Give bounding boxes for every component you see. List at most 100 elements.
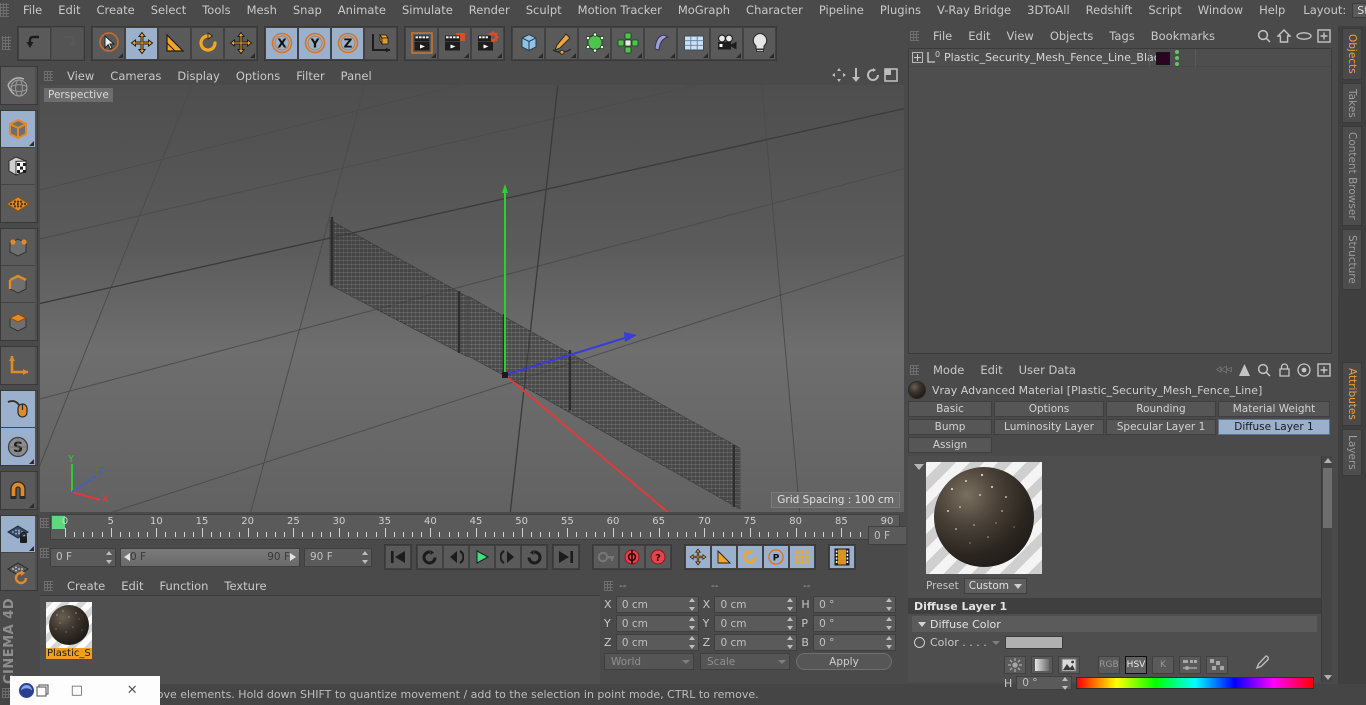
menu-redshift[interactable]: Redshift xyxy=(1078,1,1141,19)
menu-render[interactable]: Render xyxy=(461,1,518,19)
viewport-menu-filter[interactable]: Filter xyxy=(288,67,332,85)
animate-layer-icon[interactable] xyxy=(1216,362,1232,378)
coordinates-size-field[interactable]: 0 cm xyxy=(714,634,797,651)
end-frame-spinner[interactable] xyxy=(361,551,369,564)
viewport-menu-panel[interactable]: Panel xyxy=(333,67,380,85)
tag-dots-icon[interactable] xyxy=(1175,50,1179,66)
timeline-grip[interactable] xyxy=(40,518,49,528)
menu-help[interactable]: Help xyxy=(1251,1,1293,19)
material-tag-icon[interactable] xyxy=(1156,52,1170,65)
menu-character[interactable]: Character xyxy=(738,1,811,19)
dock-tab-attributes[interactable]: Attributes xyxy=(1342,362,1362,426)
material-menu-function[interactable]: Function xyxy=(152,577,217,595)
timeline-controls-grip[interactable] xyxy=(40,548,49,558)
magnet-button[interactable] xyxy=(1,472,35,509)
attribute-tab-specular-layer-1[interactable]: Specular Layer 1 xyxy=(1106,419,1216,435)
array-button[interactable] xyxy=(611,27,644,60)
key-parameter-button[interactable]: P xyxy=(763,545,789,569)
coordinates-size-field[interactable]: 0 cm xyxy=(714,596,797,613)
dock-tab-structure[interactable]: Structure xyxy=(1342,229,1362,290)
deformer-button[interactable] xyxy=(644,27,677,60)
home-icon[interactable] xyxy=(1276,28,1292,44)
kelvin-mode-button[interactable]: K xyxy=(1152,656,1174,674)
coordinates-rotation-spinner[interactable] xyxy=(885,617,893,630)
coordinates-rotation-field[interactable]: 0 ° xyxy=(813,615,896,632)
coordinates-size-spinner[interactable] xyxy=(786,617,794,630)
key-pla-button[interactable] xyxy=(789,545,815,569)
menu-motion-tracker[interactable]: Motion Tracker xyxy=(570,1,670,19)
key-scale-button[interactable] xyxy=(711,545,737,569)
scroll-down-icon[interactable] xyxy=(1324,675,1332,680)
coordinates-size-spinner[interactable] xyxy=(786,598,794,611)
hsv-mode-button[interactable]: HSV xyxy=(1125,656,1147,674)
viewport-zoom-icon[interactable] xyxy=(850,68,862,82)
color-slider-icon[interactable] xyxy=(1179,656,1201,674)
go-to-start-button[interactable] xyxy=(385,545,411,569)
attribute-scrollbar[interactable] xyxy=(1321,456,1332,682)
render-view-button[interactable] xyxy=(405,27,438,60)
attribute-tab-bump[interactable]: Bump xyxy=(908,419,992,435)
mouse-viewport-button[interactable] xyxy=(1,391,35,428)
coordinates-rotation-field[interactable]: 0 ° xyxy=(813,634,896,651)
viewport-rotate-icon[interactable] xyxy=(866,68,880,82)
collapse-arrow-icon[interactable] xyxy=(914,464,924,470)
material-menu-texture[interactable]: Texture xyxy=(216,577,274,595)
free-move-button[interactable] xyxy=(224,27,257,60)
object-menu-file[interactable]: File xyxy=(925,27,960,45)
generator-button[interactable] xyxy=(578,27,611,60)
play-button[interactable] xyxy=(469,545,495,569)
coordinates-rotation-spinner[interactable] xyxy=(885,598,893,611)
attribute-tab-rounding[interactable]: Rounding xyxy=(1106,401,1216,417)
menubar-grip[interactable] xyxy=(0,3,9,17)
hue-gradient-slider[interactable] xyxy=(1076,677,1314,689)
material-item[interactable]: Plastic_S xyxy=(46,602,92,660)
object-menu-edit[interactable]: Edit xyxy=(960,27,998,45)
timeline-range-slider[interactable]: 0 F 90 F xyxy=(120,548,300,567)
color-wheel-icon[interactable] xyxy=(1004,656,1026,674)
menu-window[interactable]: Window xyxy=(1190,1,1251,19)
window-close-button[interactable]: ✕ xyxy=(105,683,161,698)
window-maximize-button[interactable]: □ xyxy=(49,683,105,698)
workplane-lock-button[interactable] xyxy=(1,516,35,553)
menu-edit[interactable]: Edit xyxy=(50,1,88,19)
dock-tab-takes[interactable]: Takes xyxy=(1342,83,1362,124)
undo-button[interactable] xyxy=(18,27,51,60)
primitive-cube-button[interactable] xyxy=(512,27,545,60)
coordinates-grip[interactable] xyxy=(604,581,613,591)
range-right-arrow-icon[interactable] xyxy=(290,553,296,561)
attribute-manager-grip[interactable] xyxy=(910,365,919,375)
attribute-tab-assign[interactable]: Assign xyxy=(908,437,992,453)
coordinates-position-field[interactable]: 0 cm xyxy=(616,615,699,632)
menu-mograph[interactable]: MoGraph xyxy=(670,1,738,19)
object-axis-button[interactable] xyxy=(1,347,35,384)
play-loop-button[interactable] xyxy=(521,545,547,569)
current-frame-field[interactable]: 0 F xyxy=(50,548,116,567)
material-manager-grip[interactable] xyxy=(44,581,53,591)
render-settings-button[interactable] xyxy=(471,27,504,60)
coordinate-mode-dropdown[interactable]: Scale xyxy=(700,653,790,670)
coordinates-position-spinner[interactable] xyxy=(688,598,696,611)
layout-select[interactable]: Startup xyxy=(1352,3,1366,18)
menu-tools[interactable]: Tools xyxy=(194,1,238,19)
plus-box-icon[interactable] xyxy=(1316,28,1332,44)
spline-pen-button[interactable] xyxy=(545,27,578,60)
hue-spinner[interactable] xyxy=(1061,677,1069,690)
play-reverse-loop-button[interactable] xyxy=(417,545,443,569)
dock-tab-objects[interactable]: Objects xyxy=(1342,28,1362,80)
menu-animate[interactable]: Animate xyxy=(330,1,394,19)
plus-box-icon[interactable] xyxy=(1316,362,1332,378)
key-position-button[interactable] xyxy=(685,545,711,569)
eyedropper-icon[interactable] xyxy=(1252,654,1270,675)
workplane-rotate-button[interactable] xyxy=(1,553,35,590)
current-frame-spinner[interactable] xyxy=(105,551,113,564)
lock-z-button[interactable]: Z xyxy=(331,27,364,60)
menu-simulate[interactable]: Simulate xyxy=(394,1,461,19)
viewport-menu-cameras[interactable]: Cameras xyxy=(102,67,169,85)
eye-icon[interactable] xyxy=(1296,28,1312,44)
viewport-pan-icon[interactable] xyxy=(832,68,846,82)
coordinates-rotation-field[interactable]: 0 ° xyxy=(813,596,896,613)
coordinates-size-spinner[interactable] xyxy=(786,636,794,649)
menu-file[interactable]: File xyxy=(15,1,50,19)
menu-pipeline[interactable]: Pipeline xyxy=(811,1,872,19)
viewport-grip[interactable] xyxy=(44,71,53,81)
